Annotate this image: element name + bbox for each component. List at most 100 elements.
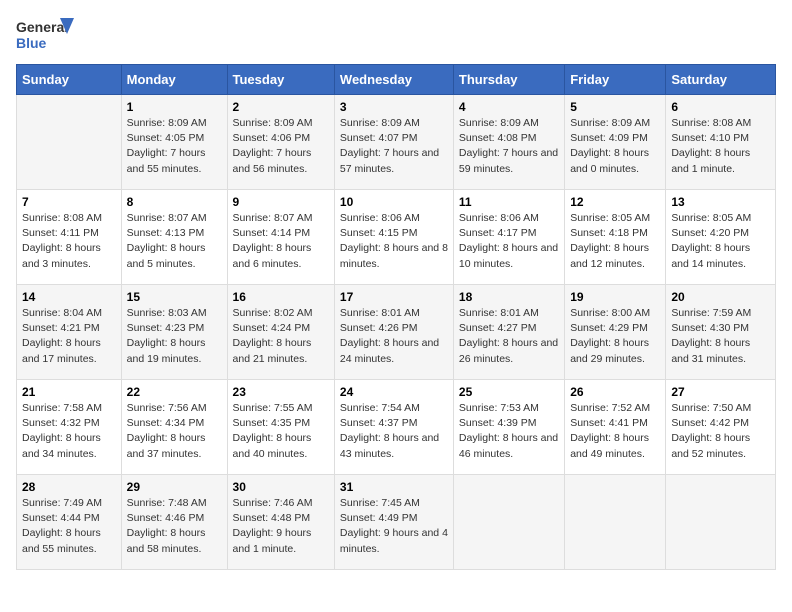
day-number: 18 [459,290,559,304]
day-number: 1 [127,100,222,114]
day-number: 14 [22,290,116,304]
calendar-cell: 19Sunrise: 8:00 AMSunset: 4:29 PMDayligh… [565,285,666,380]
header-day: Wednesday [334,65,453,95]
day-info: Sunrise: 7:53 AMSunset: 4:39 PMDaylight:… [459,401,559,462]
day-info: Sunrise: 8:05 AMSunset: 4:20 PMDaylight:… [671,211,770,272]
calendar-week-row: 7 Sunrise: 8:08 AMSunset: 4:11 PMDaylight… [17,190,776,285]
calendar-cell: 2 Sunrise: 8:09 AMSunset: 4:06 PMDaylight… [227,95,334,190]
calendar-cell: 24 Sunrise: 7:54 AMSunset: 4:37 PMDayligh… [334,380,453,475]
calendar-cell [453,475,564,570]
calendar-cell: 7 Sunrise: 8:08 AMSunset: 4:11 PMDaylight… [17,190,122,285]
calendar-cell: 31Sunrise: 7:45 AMSunset: 4:49 PMDayligh… [334,475,453,570]
day-number: 2 [233,100,329,114]
calendar-cell: 14 Sunrise: 8:04 AMSunset: 4:21 PMDayligh… [17,285,122,380]
day-info: Sunrise: 8:09 AMSunset: 4:05 PMDaylight:… [127,116,222,177]
calendar-cell: 1 Sunrise: 8:09 AMSunset: 4:05 PMDaylight… [121,95,227,190]
day-number: 17 [340,290,448,304]
day-number: 20 [671,290,770,304]
day-info: Sunrise: 8:08 AMSunset: 4:11 PMDaylight:… [22,211,116,272]
calendar-cell: 9 Sunrise: 8:07 AMSunset: 4:14 PMDaylight… [227,190,334,285]
day-number: 9 [233,195,329,209]
header-day: Saturday [666,65,776,95]
svg-text:Blue: Blue [16,35,47,51]
calendar-cell: 20 Sunrise: 7:59 AMSunset: 4:30 PMDayligh… [666,285,776,380]
calendar-cell: 10Sunrise: 8:06 AMSunset: 4:15 PMDayligh… [334,190,453,285]
day-number: 22 [127,385,222,399]
day-number: 30 [233,480,329,494]
day-info: Sunrise: 8:09 AMSunset: 4:07 PMDaylight:… [340,116,448,177]
calendar-cell: 5 Sunrise: 8:09 AMSunset: 4:09 PMDaylight… [565,95,666,190]
day-info: Sunrise: 7:52 AMSunset: 4:41 PMDaylight:… [570,401,660,462]
day-info: Sunrise: 7:46 AMSunset: 4:48 PMDaylight:… [233,496,329,557]
calendar-cell: 22Sunrise: 7:56 AMSunset: 4:34 PMDayligh… [121,380,227,475]
day-info: Sunrise: 8:01 AMSunset: 4:26 PMDaylight:… [340,306,448,367]
calendar-cell: 6 Sunrise: 8:08 AMSunset: 4:10 PMDaylight… [666,95,776,190]
calendar-cell: 30 Sunrise: 7:46 AMSunset: 4:48 PMDayligh… [227,475,334,570]
day-info: Sunrise: 8:09 AMSunset: 4:09 PMDaylight:… [570,116,660,177]
calendar-cell: 26 Sunrise: 7:52 AMSunset: 4:41 PMDayligh… [565,380,666,475]
calendar-cell: 27 Sunrise: 7:50 AMSunset: 4:42 PMDayligh… [666,380,776,475]
day-info: Sunrise: 8:02 AMSunset: 4:24 PMDaylight:… [233,306,329,367]
calendar-cell: 17 Sunrise: 8:01 AMSunset: 4:26 PMDayligh… [334,285,453,380]
day-number: 24 [340,385,448,399]
header-day: Thursday [453,65,564,95]
day-info: Sunrise: 8:05 AMSunset: 4:18 PMDaylight:… [570,211,660,272]
calendar-cell: 23Sunrise: 7:55 AMSunset: 4:35 PMDayligh… [227,380,334,475]
day-number: 21 [22,385,116,399]
calendar-cell: 12 Sunrise: 8:05 AMSunset: 4:18 PMDayligh… [565,190,666,285]
day-number: 28 [22,480,116,494]
day-info: Sunrise: 8:06 AMSunset: 4:15 PMDaylight:… [340,211,448,272]
calendar-cell: 18 Sunrise: 8:01 AMSunset: 4:27 PMDayligh… [453,285,564,380]
day-info: Sunrise: 7:55 AMSunset: 4:35 PMDaylight:… [233,401,329,462]
day-info: Sunrise: 8:09 AMSunset: 4:06 PMDaylight:… [233,116,329,177]
day-info: Sunrise: 8:06 AMSunset: 4:17 PMDaylight:… [459,211,559,272]
day-info: Sunrise: 8:01 AMSunset: 4:27 PMDaylight:… [459,306,559,367]
calendar-cell [666,475,776,570]
calendar-cell: 16 Sunrise: 8:02 AMSunset: 4:24 PMDayligh… [227,285,334,380]
calendar-cell: 28 Sunrise: 7:49 AMSunset: 4:44 PMDayligh… [17,475,122,570]
calendar-cell [17,95,122,190]
day-info: Sunrise: 7:49 AMSunset: 4:44 PMDaylight:… [22,496,116,557]
day-info: Sunrise: 8:08 AMSunset: 4:10 PMDaylight:… [671,116,770,177]
day-number: 25 [459,385,559,399]
day-info: Sunrise: 7:48 AMSunset: 4:46 PMDaylight:… [127,496,222,557]
calendar-body: 1 Sunrise: 8:09 AMSunset: 4:05 PMDaylight… [17,95,776,570]
day-number: 26 [570,385,660,399]
day-number: 3 [340,100,448,114]
day-number: 7 [22,195,116,209]
calendar-week-row: 21Sunrise: 7:58 AMSunset: 4:32 PMDayligh… [17,380,776,475]
calendar-cell: 25 Sunrise: 7:53 AMSunset: 4:39 PMDayligh… [453,380,564,475]
day-info: Sunrise: 8:09 AMSunset: 4:08 PMDaylight:… [459,116,559,177]
day-info: Sunrise: 8:07 AMSunset: 4:13 PMDaylight:… [127,211,222,272]
calendar-cell: 21Sunrise: 7:58 AMSunset: 4:32 PMDayligh… [17,380,122,475]
day-number: 16 [233,290,329,304]
calendar-cell [565,475,666,570]
day-info: Sunrise: 7:54 AMSunset: 4:37 PMDaylight:… [340,401,448,462]
calendar-cell: 11 Sunrise: 8:06 AMSunset: 4:17 PMDayligh… [453,190,564,285]
header-day: Friday [565,65,666,95]
day-info: Sunrise: 8:04 AMSunset: 4:21 PMDaylight:… [22,306,116,367]
header-day: Tuesday [227,65,334,95]
day-number: 8 [127,195,222,209]
calendar-cell: 29Sunrise: 7:48 AMSunset: 4:46 PMDayligh… [121,475,227,570]
day-number: 5 [570,100,660,114]
day-number: 6 [671,100,770,114]
day-number: 13 [671,195,770,209]
header-row: SundayMondayTuesdayWednesdayThursdayFrid… [17,65,776,95]
day-info: Sunrise: 8:07 AMSunset: 4:14 PMDaylight:… [233,211,329,272]
day-info: Sunrise: 8:03 AMSunset: 4:23 PMDaylight:… [127,306,222,367]
day-info: Sunrise: 7:45 AMSunset: 4:49 PMDaylight:… [340,496,448,557]
day-number: 27 [671,385,770,399]
day-info: Sunrise: 7:50 AMSunset: 4:42 PMDaylight:… [671,401,770,462]
calendar-cell: 4Sunrise: 8:09 AMSunset: 4:08 PMDaylight… [453,95,564,190]
calendar-cell: 8 Sunrise: 8:07 AMSunset: 4:13 PMDaylight… [121,190,227,285]
day-info: Sunrise: 7:59 AMSunset: 4:30 PMDaylight:… [671,306,770,367]
page-header: GeneralBlue [16,16,776,52]
header-day: Sunday [17,65,122,95]
calendar-table: SundayMondayTuesdayWednesdayThursdayFrid… [16,64,776,570]
calendar-cell: 3 Sunrise: 8:09 AMSunset: 4:07 PMDaylight… [334,95,453,190]
day-info: Sunrise: 8:00 AMSunset: 4:29 PMDaylight:… [570,306,660,367]
day-number: 11 [459,195,559,209]
svg-text:General: General [16,19,68,35]
day-number: 12 [570,195,660,209]
